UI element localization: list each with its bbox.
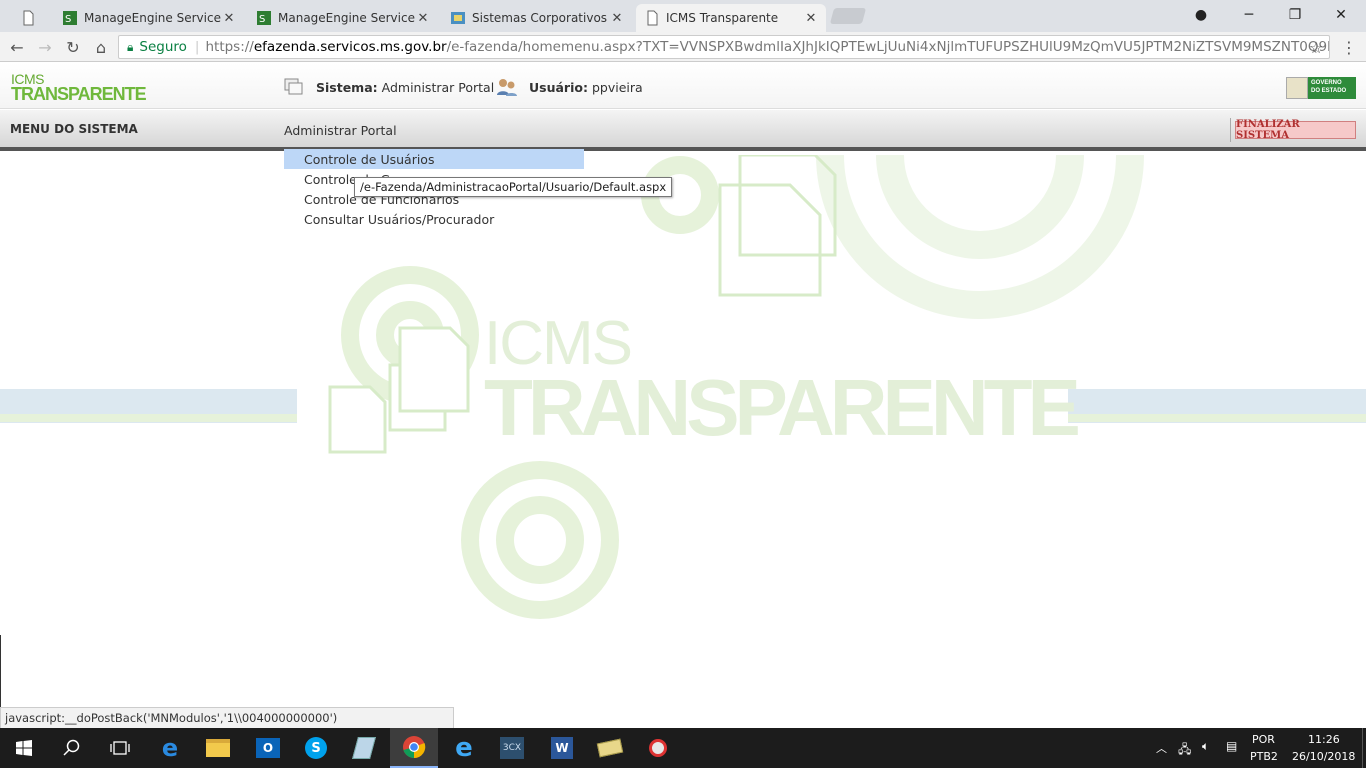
reload-icon[interactable]: ↻ [62,36,84,58]
outlook-icon[interactable]: O [244,728,292,768]
usuario-label: Usuário: [529,80,588,95]
browser-tab-strip: S ManageEngine ServiceDe ✕ S ManageEngin… [0,0,1366,32]
3cx-icon[interactable]: 3CX [488,728,536,768]
government-logo: GOVERNO DO ESTADO [1286,77,1356,99]
network-icon[interactable]: 🖧︎ [1178,740,1191,761]
url-scheme: https:// [205,39,254,55]
menu-administrar-portal[interactable]: Administrar Portal [284,123,397,138]
back-icon[interactable]: ← [6,36,28,58]
book-icon[interactable] [586,728,634,768]
omnibox-separator: | [194,39,200,55]
tab-title: ManageEngine ServiceDe [278,11,416,25]
page-icon [647,10,658,26]
tab-title: ICMS Transparente [666,11,779,25]
watermark-transparente: TRANSPARENTE [484,363,1081,452]
restore-icon[interactable]: ❐ [1272,0,1318,30]
menu-bar [0,110,1366,151]
secure-label: Seguro [139,39,187,55]
menu-item-consultar-usuarios[interactable]: Consultar Usuários/Procurador [284,209,584,229]
sistema-label: Sistema: [316,80,378,95]
manageengine-icon: S [63,11,77,25]
finalizar-sistema-button[interactable]: FINALIZAR SISTEMA [1235,119,1356,141]
page-header [0,63,1366,109]
close-icon[interactable]: ✕ [416,11,430,26]
tray-date[interactable]: 26/10/2018 [1292,750,1355,763]
tab-icms-transparente[interactable]: ICMS Transparente ✕ [636,4,826,32]
close-icon[interactable]: ✕ [804,11,818,26]
page-icon [23,10,34,26]
snipping-tool-icon[interactable] [634,728,682,768]
close-icon[interactable]: ✕ [222,11,236,26]
watermark-band-left-green [0,414,297,422]
menu-divider [1230,118,1231,142]
sistema-value: Administrar Portal [381,80,495,95]
tab-blank[interactable] [12,4,52,32]
file-explorer-icon[interactable] [194,728,242,768]
windows-start-icon[interactable] [0,728,48,768]
usuario-info: Usuário: ppvieira [529,80,643,95]
internet-explorer-icon[interactable]: e [440,728,488,768]
tray-language[interactable]: POR [1252,733,1275,746]
gov-logo-line2: DO ESTADO [1311,88,1347,94]
minimize-icon[interactable]: ─ [1226,0,1272,30]
usuario-value: ppvieira [591,80,643,95]
gov-logo-line1: GOVERNO [1311,80,1342,86]
status-bar: javascript:__doPostBack('MNModulos','1\\… [0,707,454,729]
show-desktop-button[interactable] [1362,728,1366,768]
task-view-icon[interactable] [96,728,144,768]
profile-icon[interactable]: ● [1178,0,1224,30]
ime-icon[interactable]: ▤ [1226,739,1237,753]
corporate-icon [451,12,465,24]
menu-item-controle-usuarios[interactable]: Controle de Usuários [284,149,584,169]
word-icon[interactable]: W [538,728,586,768]
manageengine-icon: S [257,11,271,25]
menu-title: MENU DO SISTEMA [10,122,138,136]
tab-manageengine-1[interactable]: S ManageEngine ServiceDe ✕ [54,4,244,32]
state-seal-icon [1286,77,1308,99]
close-icon[interactable]: ✕ [610,11,624,26]
users-icon [497,79,517,96]
window-close-icon[interactable]: ✕ [1318,0,1364,30]
link-tooltip: /e-Fazenda/AdministracaoPortal/Usuario/D… [354,177,673,197]
bookmark-star-icon[interactable]: ☆ [1305,36,1327,58]
tab-manageengine-2[interactable]: S ManageEngine ServiceDe ✕ [248,4,438,32]
page-edge [0,635,1,707]
forward-icon[interactable]: → [34,36,56,58]
notepad-icon[interactable] [340,728,388,768]
tab-title: ManageEngine ServiceDe [84,11,222,25]
system-icon [284,78,303,95]
logo-transparente[interactable]: TRANSPARENTE [11,84,147,105]
svg-text:S: S [65,14,71,25]
url-host: efazenda.servicos.ms.gov.br [253,39,447,55]
sistema-info: Sistema: Administrar Portal [316,80,494,95]
url-path: /e-fazenda/homemenu.aspx?TXT=VVNSPXBwdml… [446,39,1330,55]
lock-icon: 🔒︎ [127,39,134,54]
skype-icon[interactable]: S [292,728,340,768]
browser-toolbar: ← → ↻ ⌂ 🔒︎ Seguro | https:// efazenda.se… [0,32,1366,62]
tray-time[interactable]: 11:26 [1308,733,1340,746]
chrome-menu-icon[interactable]: ⋮ [1338,36,1360,58]
search-icon[interactable] [48,728,96,768]
tab-title: Sistemas Corporativos - [472,11,610,25]
address-bar[interactable]: 🔒︎ Seguro | https:// efazenda.servicos.m… [118,35,1330,59]
volume-icon[interactable]: 🔈︎ [1202,739,1209,754]
tab-sistemas-corporativos[interactable]: Sistemas Corporativos - ✕ [442,4,632,32]
home-icon[interactable]: ⌂ [90,36,112,58]
edge-icon[interactable]: e [146,728,194,768]
svg-text:S: S [259,14,265,25]
new-tab-button[interactable] [829,8,867,24]
tray-chevron-icon[interactable]: ︿ [1156,740,1167,756]
chrome-icon[interactable] [390,728,438,768]
tray-keyboard-layout[interactable]: PTB2 [1250,750,1278,763]
